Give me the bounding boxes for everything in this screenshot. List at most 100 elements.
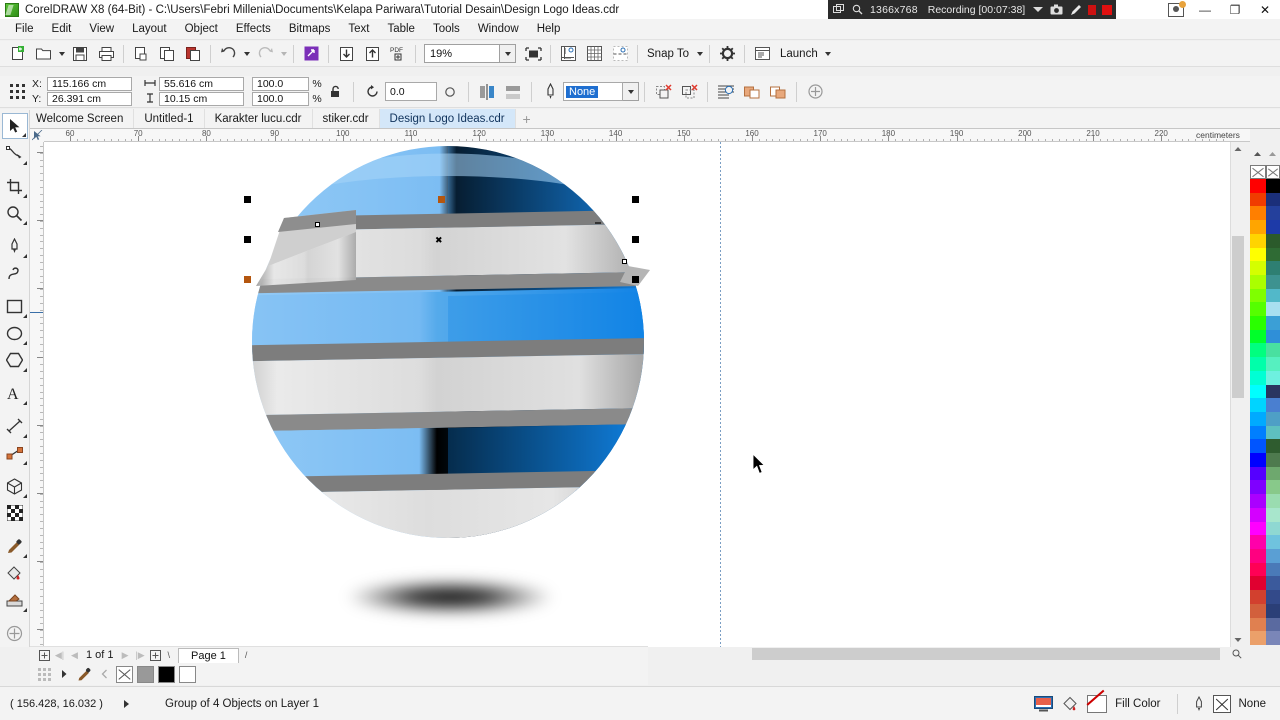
palette-color-swatch[interactable] bbox=[1266, 206, 1280, 221]
chevron-down-icon[interactable] bbox=[1031, 3, 1044, 16]
status-expand-icon[interactable] bbox=[124, 699, 129, 708]
palette-swatch-none[interactable] bbox=[1250, 165, 1266, 179]
doctab-untitled-1[interactable]: Untitled-1 bbox=[134, 109, 205, 128]
object-origin-icon[interactable] bbox=[4, 80, 32, 104]
menu-layout[interactable]: Layout bbox=[123, 21, 176, 37]
tool-parallel-dimension[interactable] bbox=[2, 413, 28, 439]
palette-color-swatch[interactable] bbox=[1266, 179, 1280, 193]
palette-color-swatch[interactable] bbox=[1266, 521, 1280, 536]
print-icon[interactable] bbox=[93, 42, 119, 66]
doctab-stiker[interactable]: stiker.cdr bbox=[312, 109, 380, 128]
tool-freehand[interactable] bbox=[2, 233, 28, 259]
palette-color-swatch[interactable] bbox=[1266, 494, 1280, 508]
close-button[interactable]: ✕ bbox=[1250, 0, 1280, 19]
tool-interactive-fill[interactable] bbox=[2, 560, 28, 586]
palette-color-swatch[interactable] bbox=[1266, 220, 1280, 234]
launch-app-icon[interactable] bbox=[749, 42, 775, 66]
selection-handle-mid-left[interactable] bbox=[244, 236, 251, 243]
user-account-icon[interactable] bbox=[1168, 0, 1186, 17]
open-folder-icon[interactable] bbox=[30, 42, 56, 66]
striped-globe-logo[interactable] bbox=[238, 146, 658, 546]
palette-color-swatch[interactable] bbox=[1266, 617, 1280, 632]
magnifier-icon[interactable] bbox=[851, 3, 864, 16]
outline-pen-icon[interactable] bbox=[1194, 696, 1205, 713]
add-page-after-icon[interactable] bbox=[149, 649, 162, 662]
palette-color-swatch[interactable] bbox=[1250, 220, 1266, 234]
node-handle-top[interactable] bbox=[315, 222, 320, 227]
palette-color-swatch[interactable] bbox=[1266, 439, 1280, 454]
palette-color-swatch[interactable] bbox=[1266, 384, 1280, 399]
palette-color-swatch[interactable] bbox=[1266, 316, 1280, 330]
palette-color-swatch[interactable] bbox=[1250, 480, 1266, 495]
palette-color-swatch[interactable] bbox=[1266, 357, 1280, 371]
palette-color-swatch[interactable] bbox=[1250, 384, 1266, 399]
pdf-icon[interactable]: PDF bbox=[385, 42, 411, 66]
guidelines-icon[interactable] bbox=[607, 42, 633, 66]
paste-icon[interactable] bbox=[180, 42, 206, 66]
fill-color-swatch[interactable] bbox=[1087, 695, 1108, 713]
palette-color-swatch[interactable] bbox=[1250, 494, 1266, 508]
palette-color-swatch[interactable] bbox=[1266, 603, 1280, 618]
horizontal-scrollbar[interactable] bbox=[648, 647, 1244, 661]
horizontal-scroll-thumb[interactable] bbox=[752, 648, 1220, 660]
palette-swatch-black[interactable] bbox=[158, 665, 175, 683]
snap-to-label[interactable]: Snap To bbox=[642, 48, 694, 60]
add-node-icon[interactable] bbox=[802, 80, 828, 104]
add-page-before-icon[interactable] bbox=[38, 649, 51, 662]
palette-color-swatch[interactable] bbox=[1266, 590, 1280, 604]
document-palette-icon[interactable] bbox=[36, 666, 52, 682]
window-select-icon[interactable] bbox=[832, 3, 845, 16]
palette-color-swatch[interactable] bbox=[1250, 343, 1266, 358]
palette-color-swatch[interactable] bbox=[1266, 562, 1280, 577]
palette-color-swatch[interactable] bbox=[1266, 288, 1280, 303]
outline-width-combo[interactable]: None bbox=[563, 82, 623, 101]
redo-dropdown-icon[interactable] bbox=[278, 42, 289, 66]
doctab-welcome-screen[interactable]: Welcome Screen bbox=[26, 109, 135, 128]
menu-tools[interactable]: Tools bbox=[424, 21, 469, 37]
palette-color-swatch[interactable] bbox=[1250, 247, 1266, 262]
node-handle-edge[interactable] bbox=[595, 222, 601, 224]
menu-table[interactable]: Table bbox=[378, 21, 424, 37]
palette-color-swatch[interactable] bbox=[1250, 439, 1266, 454]
to-front-icon[interactable] bbox=[650, 80, 676, 104]
palette-color-swatch[interactable] bbox=[1250, 603, 1266, 618]
undo-arrow-icon[interactable] bbox=[215, 42, 241, 66]
save-floppy-icon[interactable] bbox=[67, 42, 93, 66]
palette-color-swatch[interactable] bbox=[1266, 398, 1280, 412]
palette-color-swatch[interactable] bbox=[1250, 466, 1266, 481]
gear-icon[interactable] bbox=[714, 42, 740, 66]
palette-color-swatch[interactable] bbox=[1250, 206, 1266, 221]
outline-pen-icon[interactable] bbox=[537, 80, 563, 104]
palette-color-swatch[interactable] bbox=[1250, 192, 1266, 207]
palette-color-swatch[interactable] bbox=[1266, 480, 1280, 495]
zoom-level-input[interactable]: 19% bbox=[424, 44, 500, 63]
palette-color-swatch[interactable] bbox=[1266, 631, 1280, 645]
palette-color-swatch[interactable] bbox=[1250, 562, 1266, 577]
palette-color-swatch[interactable] bbox=[1266, 329, 1280, 344]
palette-color-swatch[interactable] bbox=[1266, 192, 1280, 207]
palette-color-swatch[interactable] bbox=[1266, 466, 1280, 481]
palette-color-swatch[interactable] bbox=[1250, 398, 1266, 412]
y-position-input[interactable]: 26.391 cm bbox=[47, 92, 132, 106]
selection-handle-bottom-left[interactable] bbox=[244, 276, 251, 283]
mirror-horizontal-icon[interactable] bbox=[474, 80, 500, 104]
import-down-icon[interactable] bbox=[333, 42, 359, 66]
selection-handle-top-right[interactable] bbox=[632, 196, 639, 203]
palette-color-swatch[interactable] bbox=[1266, 548, 1280, 563]
tool-pick[interactable] bbox=[1, 113, 28, 139]
fill-bucket-icon[interactable] bbox=[1061, 696, 1079, 713]
palette-color-swatch[interactable] bbox=[1250, 329, 1266, 344]
vertical-scroll-thumb[interactable] bbox=[1232, 236, 1244, 398]
menu-help[interactable]: Help bbox=[528, 21, 570, 37]
scroll-down-button[interactable] bbox=[1231, 633, 1245, 647]
drawing-canvas[interactable]: ✖ bbox=[44, 142, 1230, 647]
rotation-center-handle[interactable] bbox=[438, 196, 445, 203]
tool-transparency[interactable] bbox=[2, 500, 28, 526]
palette-color-swatch[interactable] bbox=[1266, 261, 1280, 275]
scale-vertical-input[interactable]: 100.0 bbox=[252, 92, 309, 106]
menu-window[interactable]: Window bbox=[469, 21, 528, 37]
palette-color-swatch[interactable] bbox=[1250, 507, 1266, 522]
tool-rectangle[interactable] bbox=[2, 293, 28, 319]
scroll-up-button[interactable] bbox=[1231, 142, 1245, 156]
palette-color-swatch[interactable] bbox=[1266, 411, 1280, 426]
